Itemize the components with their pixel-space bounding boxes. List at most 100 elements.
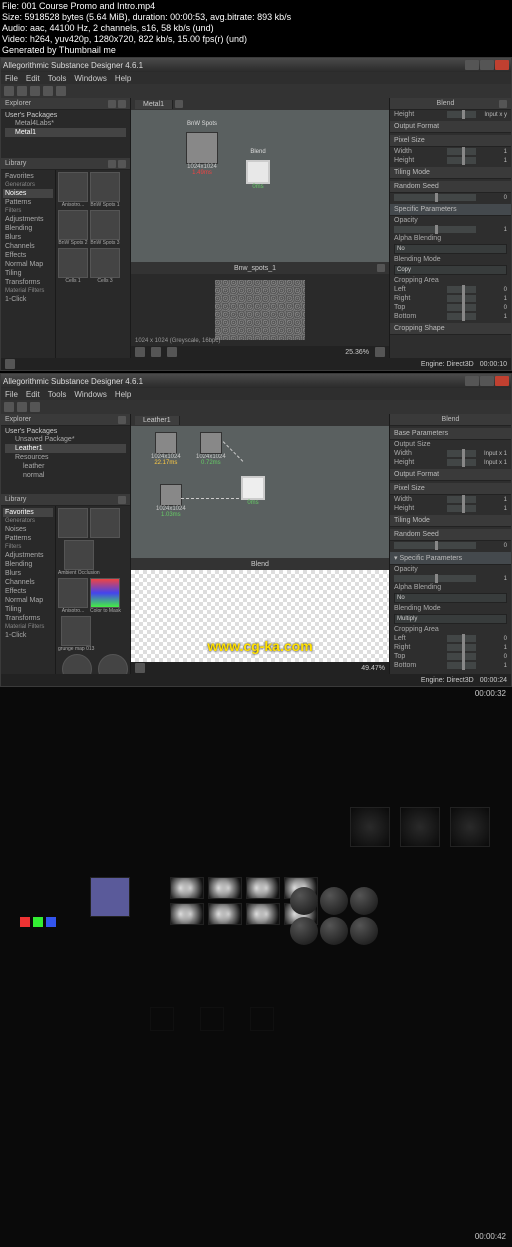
green-swatch[interactable] — [33, 917, 43, 927]
lib-favorites[interactable]: Favorites — [3, 508, 53, 517]
crop-top-slider[interactable] — [447, 653, 476, 660]
save-icon[interactable] — [30, 86, 40, 96]
lib-material-filters[interactable]: Material Filters — [3, 287, 53, 295]
section-specific[interactable]: ▾ Specific Parameters — [390, 552, 511, 565]
lib-material-filters[interactable]: Material Filters — [3, 623, 53, 631]
lib-item[interactable]: Ambient Occlusion — [58, 540, 100, 576]
blend-mode-dropdown[interactable]: Multiply — [394, 614, 507, 624]
lib-blending[interactable]: Blending — [3, 224, 53, 233]
lib-blurs[interactable]: Blurs — [3, 569, 53, 578]
lib-blending[interactable]: Blending — [3, 560, 53, 569]
minimize-button[interactable] — [465, 376, 479, 386]
lib-favorites[interactable]: Favorites — [3, 172, 53, 181]
save-icon[interactable] — [30, 402, 40, 412]
lib-blurs[interactable]: Blurs — [3, 233, 53, 242]
lib-adjustments[interactable]: Adjustments — [3, 215, 53, 224]
crop-bottom-slider[interactable] — [447, 662, 476, 669]
package-item[interactable]: Unsaved Package* — [5, 435, 126, 444]
graph-item[interactable]: Metal1 — [5, 128, 126, 137]
seed-slider[interactable] — [394, 194, 476, 201]
section-output-format[interactable]: Output Format — [390, 121, 511, 133]
panel-pin-icon[interactable] — [118, 416, 126, 424]
crop-top-slider[interactable] — [447, 304, 476, 311]
menu-help[interactable]: Help — [115, 74, 131, 83]
section-random-seed[interactable]: Random Seed — [390, 529, 511, 541]
width-slider[interactable] — [447, 148, 476, 155]
brush-thumb[interactable] — [170, 903, 204, 925]
menu-windows[interactable]: Windows — [74, 74, 106, 83]
close-button[interactable] — [495, 376, 509, 386]
lib-transforms[interactable]: Transforms — [3, 614, 53, 623]
panel-pin-icon[interactable] — [108, 100, 116, 108]
material-sphere[interactable] — [290, 917, 318, 945]
brush-thumb[interactable] — [208, 903, 242, 925]
crop-left-slider[interactable] — [447, 286, 476, 293]
section-pixel-size[interactable]: Pixel Size — [390, 135, 511, 147]
graph-tab[interactable]: Metal1 — [135, 100, 173, 109]
opacity-slider[interactable] — [394, 575, 476, 582]
height-slider[interactable] — [447, 111, 476, 118]
new-icon[interactable] — [4, 86, 14, 96]
node-input-2[interactable]: 1024x1024 0.72ms — [196, 432, 226, 466]
lib-1click[interactable]: 1-Click — [3, 295, 53, 304]
tool-icon[interactable] — [151, 347, 161, 357]
section-specific[interactable]: Specific Parameters — [390, 204, 511, 216]
lib-item[interactable]: Color to Mask — [90, 578, 121, 614]
menu-file[interactable]: File — [5, 74, 18, 83]
panel-pin-icon[interactable] — [118, 496, 126, 504]
panel-menu-icon[interactable] — [499, 100, 507, 108]
crop-right-slider[interactable] — [447, 644, 476, 651]
height-slider[interactable] — [447, 459, 476, 466]
lib-effects[interactable]: Effects — [3, 251, 53, 260]
blend-mode-dropdown[interactable]: Copy — [394, 265, 507, 275]
resource-item[interactable]: leather — [5, 462, 126, 471]
lib-item[interactable]: Cells 3 — [90, 248, 120, 284]
menu-windows[interactable]: Windows — [74, 390, 106, 399]
lib-noises[interactable]: Noises — [3, 189, 53, 198]
lib-patterns[interactable]: Patterns — [3, 534, 53, 543]
lib-generators[interactable]: Generators — [3, 181, 53, 189]
undo-icon[interactable] — [43, 86, 53, 96]
lib-channels[interactable]: Channels — [3, 242, 53, 251]
lib-noises[interactable]: Noises — [3, 525, 53, 534]
minimize-button[interactable] — [465, 60, 479, 70]
alpha-dropdown[interactable]: No — [394, 244, 507, 254]
menu-tools[interactable]: Tools — [48, 390, 67, 399]
lib-1click[interactable]: 1-Click — [3, 631, 53, 640]
redo-icon[interactable] — [56, 86, 66, 96]
px-height-slider[interactable] — [447, 505, 476, 512]
section-crop-shape[interactable]: Cropping Shape — [390, 323, 511, 335]
node-bnw-spots[interactable]: BnW Spots 1024x1024 1.49ms — [186, 132, 218, 176]
node-bottom[interactable]: 1024x1024 1.03ms — [156, 484, 186, 518]
zoom-in-icon[interactable] — [375, 347, 385, 357]
lib-item[interactable]: BnW Spots 1 — [90, 172, 120, 208]
lib-item[interactable]: grunge map 013 — [58, 616, 94, 652]
opacity-slider[interactable] — [394, 226, 476, 233]
titlebar[interactable]: Allegorithmic Substance Designer 4.6.1 — [1, 58, 511, 72]
status-icon[interactable] — [5, 359, 15, 369]
lib-filters[interactable]: Filters — [3, 543, 53, 551]
brush-thumb[interactable] — [208, 877, 242, 899]
menu-file[interactable]: File — [5, 390, 18, 399]
lib-item[interactable]: Anisotro... — [58, 578, 88, 614]
section-random-seed[interactable]: Random Seed — [390, 181, 511, 193]
lib-item[interactable]: Normal Combine — [58, 654, 96, 674]
panel-close-icon[interactable] — [118, 100, 126, 108]
graph-tab[interactable]: Leather1 — [135, 416, 180, 425]
lib-item[interactable]: BnW Spots 3 — [90, 210, 120, 246]
brush-thumb[interactable] — [246, 903, 280, 925]
open-icon[interactable] — [17, 86, 27, 96]
panel-menu-icon[interactable] — [377, 264, 385, 272]
lib-item[interactable] — [90, 508, 120, 538]
node-blend-out[interactable]: 0ms — [241, 476, 265, 506]
section-tiling[interactable]: Tiling Mode — [390, 515, 511, 527]
section-base[interactable]: Base Parameters — [390, 428, 511, 440]
lib-normal-map[interactable]: Normal Map — [3, 260, 53, 269]
height-slider2[interactable] — [447, 157, 476, 164]
lib-tiling[interactable]: Tiling — [3, 605, 53, 614]
graph-canvas[interactable]: BnW Spots 1024x1024 1.49ms Blend 0ms — [131, 110, 389, 262]
lib-transforms[interactable]: Transforms — [3, 278, 53, 287]
menu-tools[interactable]: Tools — [48, 74, 67, 83]
brush-thumb[interactable] — [246, 877, 280, 899]
maximize-button[interactable] — [480, 60, 494, 70]
